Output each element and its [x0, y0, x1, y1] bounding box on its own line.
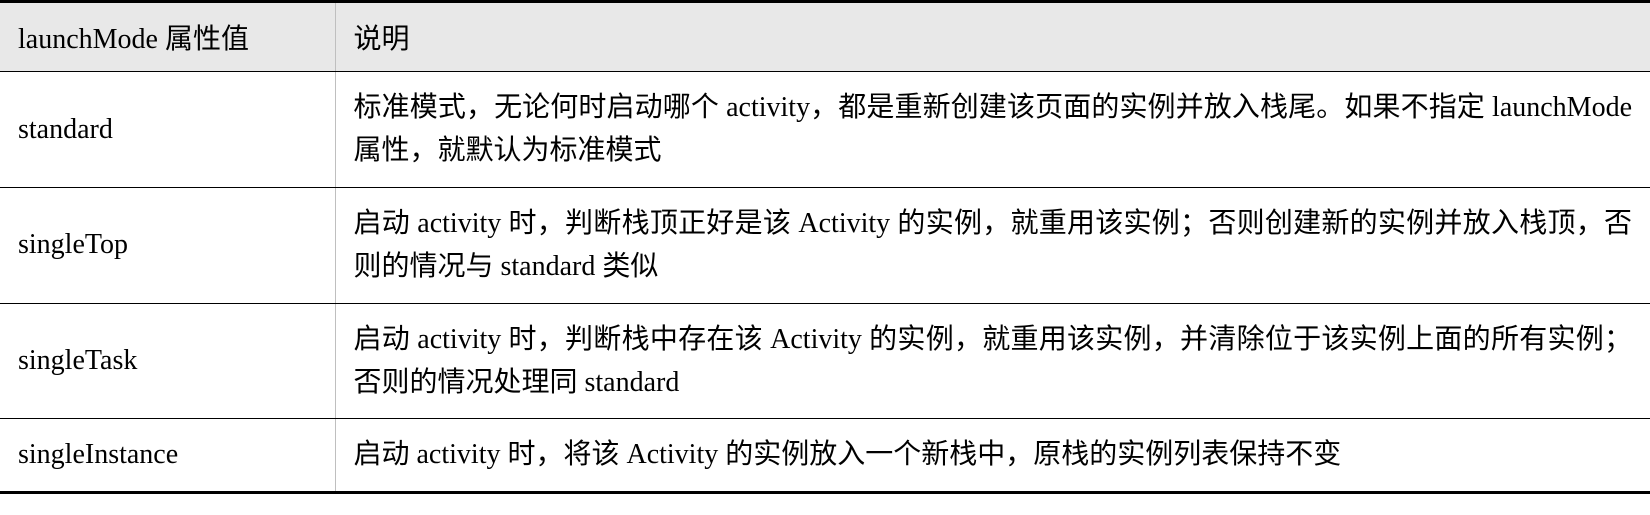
header-mode: launchMode 属性值	[0, 2, 335, 72]
cell-mode: singleInstance	[0, 419, 335, 492]
cell-mode: singleTask	[0, 303, 335, 419]
table-row: standard 标准模式，无论何时启动哪个 activity，都是重新创建该页…	[0, 72, 1650, 188]
cell-mode: standard	[0, 72, 335, 188]
table-header-row: launchMode 属性值 说明	[0, 2, 1650, 72]
cell-desc: 启动 activity 时，将该 Activity 的实例放入一个新栈中，原栈的…	[335, 419, 1650, 492]
cell-desc: 启动 activity 时，判断栈中存在该 Activity 的实例，就重用该实…	[335, 303, 1650, 419]
table-row: singleInstance 启动 activity 时，将该 Activity…	[0, 419, 1650, 492]
cell-mode: singleTop	[0, 187, 335, 303]
header-desc: 说明	[335, 2, 1650, 72]
table-row: singleTask 启动 activity 时，判断栈中存在该 Activit…	[0, 303, 1650, 419]
cell-desc: 启动 activity 时，判断栈顶正好是该 Activity 的实例，就重用该…	[335, 187, 1650, 303]
launchmode-table: launchMode 属性值 说明 standard 标准模式，无论何时启动哪个…	[0, 0, 1650, 494]
cell-desc: 标准模式，无论何时启动哪个 activity，都是重新创建该页面的实例并放入栈尾…	[335, 72, 1650, 188]
table-row: singleTop 启动 activity 时，判断栈顶正好是该 Activit…	[0, 187, 1650, 303]
